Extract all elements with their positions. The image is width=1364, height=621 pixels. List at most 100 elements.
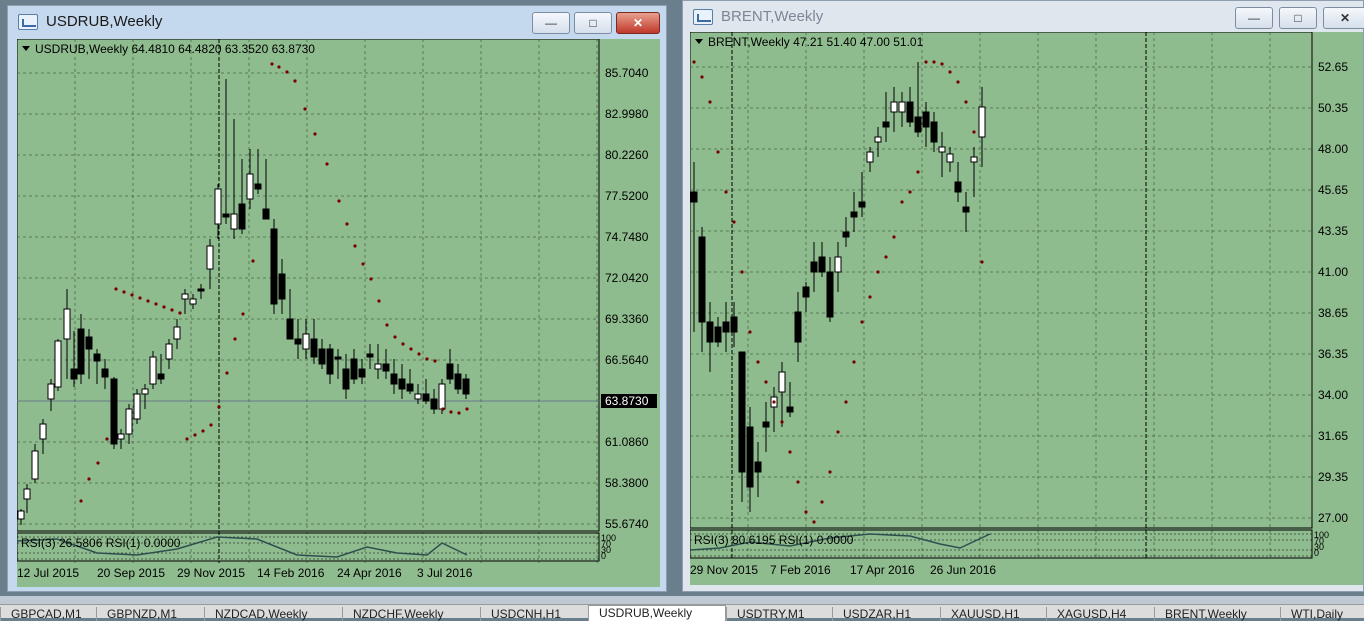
candle-body	[390, 373, 398, 385]
date-axis-label: 14 Feb 2016	[257, 566, 325, 580]
parabolic-sar-dot	[796, 480, 800, 484]
chart-tab[interactable]: USDTRY,M1	[726, 607, 832, 621]
chart-tab[interactable]: USDZAR,H1	[832, 607, 940, 621]
usdrub-chart[interactable]: 85.7040 82.9980 80.2260 77.5200 74.7480 72.04…	[17, 39, 660, 587]
date-axis-label: 20 Sep 2015	[97, 566, 165, 580]
chart-tab[interactable]: XAGUSD,H4	[1046, 607, 1154, 621]
candle-body	[382, 363, 390, 372]
candle-body	[882, 121, 890, 128]
parabolic-sar-dot	[748, 330, 752, 334]
price-axis-label: 34.00	[1318, 388, 1348, 402]
parabolic-sar-dot	[724, 190, 728, 194]
candle-body	[738, 351, 746, 473]
parabolic-sar-dot	[138, 296, 142, 300]
parabolic-sar-dot	[892, 235, 896, 239]
price-axis-label: 29.35	[1318, 470, 1348, 484]
parabolic-sar-dot	[377, 299, 381, 303]
candle-body	[970, 156, 978, 163]
candle-body	[874, 136, 882, 143]
parabolic-sar-dot	[449, 410, 453, 414]
parabolic-sar-dot	[884, 255, 888, 259]
price-axis-label: 82.9980	[605, 107, 649, 121]
minimize-button[interactable]: —	[1235, 7, 1273, 29]
parabolic-sar-dot	[457, 411, 461, 415]
usdrub-titlebar[interactable]: USDRUB,Weekly — □ ✕	[8, 6, 666, 38]
candle-body	[254, 183, 262, 190]
candle-body	[374, 363, 382, 370]
parabolic-sar-dot	[241, 312, 245, 316]
price-axis-label: 69.3360	[605, 312, 649, 326]
usdrub-window[interactable]: USDRUB,Weekly — □ ✕ 85.7040 82.9980 80.226…	[7, 5, 667, 592]
chart-tab[interactable]: NZDCAD,Weekly	[204, 607, 342, 621]
parabolic-sar-dot	[948, 70, 952, 74]
candle-body	[246, 173, 254, 200]
candle-body	[117, 433, 125, 440]
candle-body	[366, 353, 374, 358]
parabolic-sar-dot	[325, 162, 329, 166]
chart-tab[interactable]: GBPNZD,M1	[96, 607, 204, 621]
minimize-button[interactable]: —	[532, 12, 570, 34]
price-axis-label: 50.35	[1318, 101, 1348, 115]
parabolic-sar-dot	[130, 293, 134, 297]
candle-body	[197, 288, 205, 292]
parabolic-sar-dot	[700, 75, 704, 79]
candle-body	[133, 393, 141, 420]
price-axis-label: 36.35	[1318, 347, 1348, 361]
candle-body	[334, 356, 342, 360]
parabolic-sar-dot	[409, 347, 413, 351]
brent-titlebar[interactable]: BRENT,Weekly — □ ✕	[683, 1, 1364, 33]
maximize-button[interactable]: □	[574, 12, 612, 34]
parabolic-sar-dot	[345, 222, 349, 226]
brent-window[interactable]: BRENT,Weekly — □ ✕ 52.65 50.35 48.00 45.65 4…	[682, 0, 1364, 592]
parabolic-sar-dot	[692, 60, 696, 64]
parabolic-sar-dot	[353, 244, 357, 248]
parabolic-sar-dot	[844, 400, 848, 404]
parabolic-sar-dot	[940, 62, 944, 66]
parabolic-sar-dot	[900, 200, 904, 204]
chart-tab[interactable]: XAUUSD,H1	[940, 607, 1046, 621]
candle-body	[149, 356, 157, 385]
date-axis-label: 17 Apr 2016	[850, 563, 915, 577]
parabolic-sar-dot	[385, 323, 389, 327]
price-axis-label: 58.3800	[605, 476, 649, 490]
parabolic-sar-dot	[369, 277, 373, 281]
parabolic-sar-dot	[772, 400, 776, 404]
window-area-bottom	[0, 596, 1364, 604]
candle-body	[842, 231, 850, 238]
chart-tab[interactable]: NZDCHF,Weekly	[342, 607, 480, 621]
parabolic-sar-dot	[764, 380, 768, 384]
parabolic-sar-dot	[780, 420, 784, 424]
parabolic-sar-dot	[209, 423, 213, 427]
candle-body	[818, 256, 826, 273]
candle-body	[778, 371, 786, 393]
parabolic-sar-dot	[114, 287, 118, 291]
chart-tab[interactable]: GBPCAD,M1	[0, 607, 96, 621]
date-axis-label: 3 Jul 2016	[417, 566, 473, 580]
candle-body	[446, 363, 454, 380]
rsi-label: RSI(3) 26.5806 RSI(1) 0.0000	[21, 536, 181, 550]
maximize-button[interactable]: □	[1279, 7, 1317, 29]
chart-tab[interactable]: BRENT,Weekly	[1154, 607, 1280, 621]
close-button[interactable]: ✕	[616, 12, 660, 34]
chart-tab[interactable]: USDRUB,Weekly	[588, 605, 726, 621]
candle-body	[157, 373, 165, 380]
candle-body	[898, 101, 906, 113]
parabolic-sar-dot	[185, 437, 189, 441]
parabolic-sar-dot	[361, 262, 365, 266]
close-button[interactable]: ✕	[1323, 7, 1364, 29]
chart-tab[interactable]: USDCNH,H1	[480, 607, 588, 621]
candle-body	[922, 111, 930, 128]
candle-body	[786, 406, 794, 413]
parabolic-sar-dot	[980, 260, 984, 264]
candle-body	[350, 358, 358, 380]
brent-chart[interactable]: 52.65 50.35 48.00 45.65 43.35 41.00 38.65 36.35…	[690, 32, 1363, 585]
candle-body	[63, 308, 71, 340]
parabolic-sar-dot	[820, 500, 824, 504]
candle-body	[141, 388, 149, 395]
parabolic-sar-dot	[146, 299, 150, 303]
parabolic-sar-dot	[836, 430, 840, 434]
rsi-axis-label: 0	[1314, 548, 1319, 558]
chart-tab[interactable]: WTI,Daily	[1280, 607, 1364, 621]
parabolic-sar-dot	[401, 342, 405, 346]
candle-body	[17, 510, 25, 520]
